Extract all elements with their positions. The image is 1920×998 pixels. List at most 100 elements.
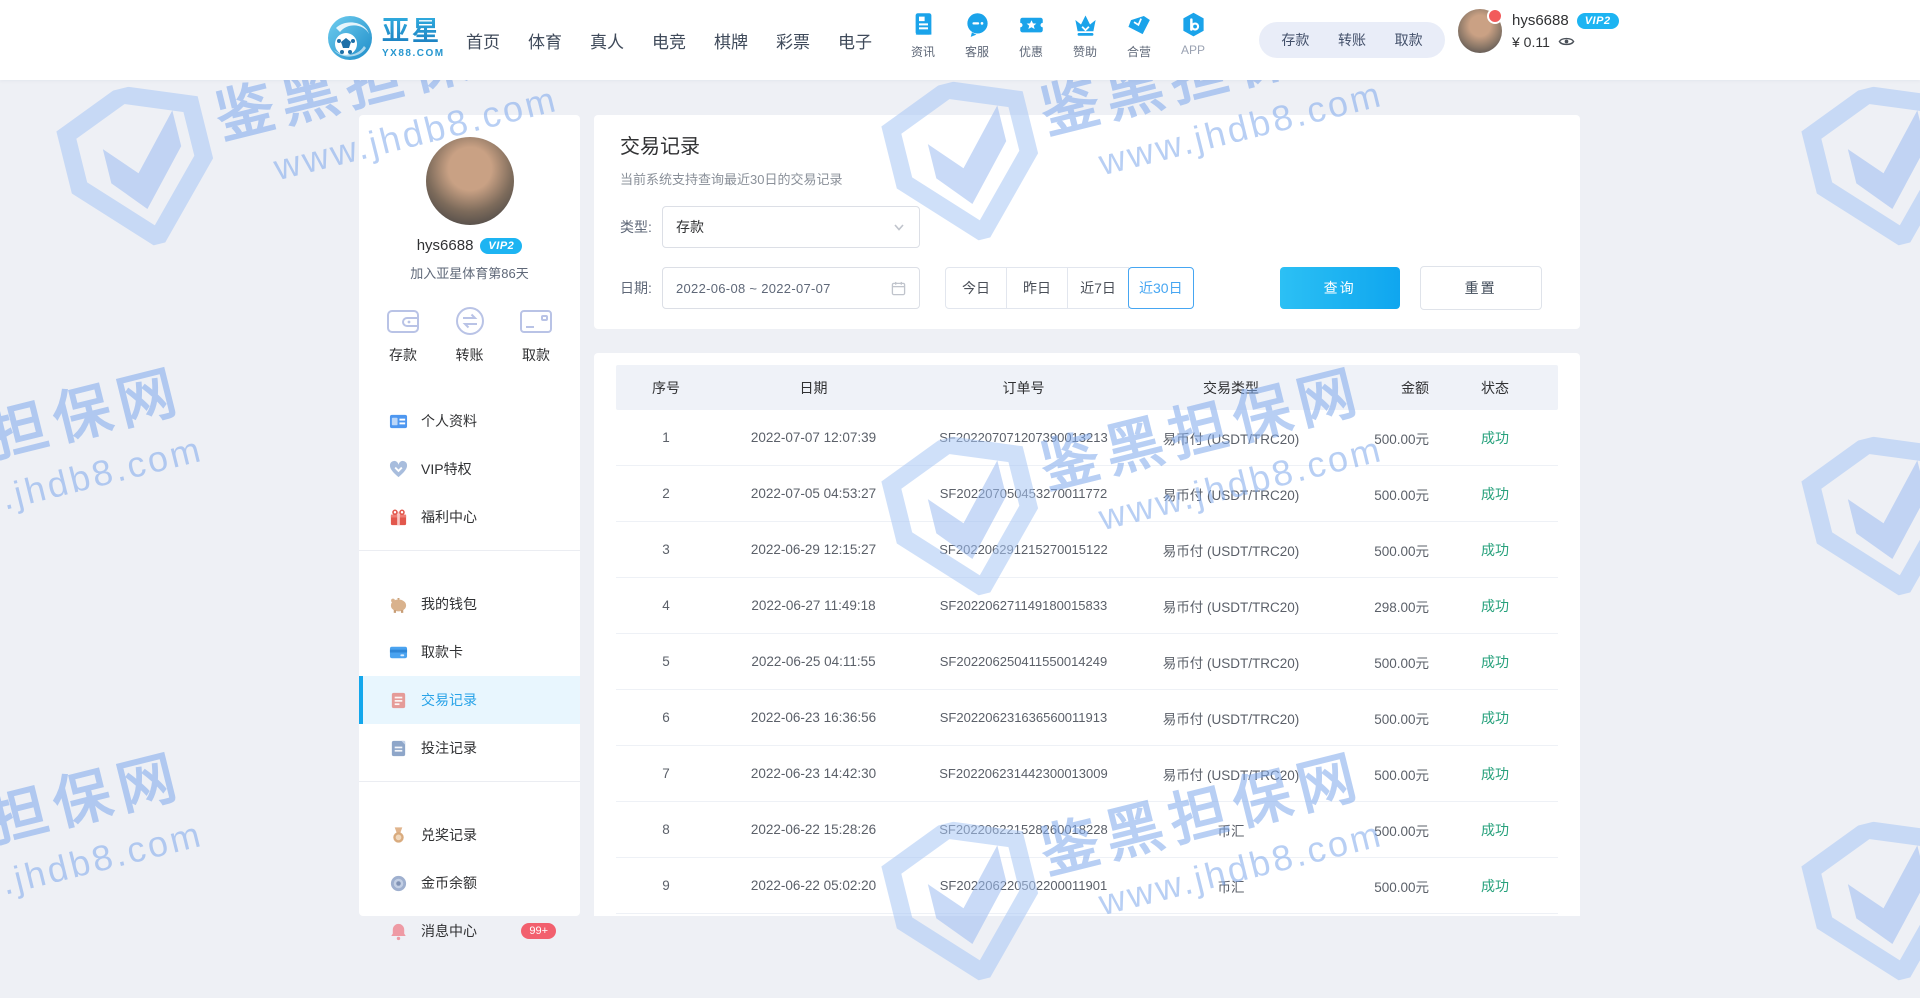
sidebar-item-messages[interactable]: 消息中心 99+ [359,907,580,955]
quick-deposit-button[interactable]: 存款 [385,306,421,365]
quick-withdraw-button[interactable]: 取款 [518,306,554,365]
status-badge: 成功 [1433,820,1557,840]
status-badge: 成功 [1433,652,1557,672]
transfer-link[interactable]: 转账 [1338,30,1366,50]
avatar[interactable] [1458,9,1502,53]
card-icon [389,643,408,662]
sidebar-item-prizes[interactable]: 兑奖记录 [359,811,580,859]
nav-item-esports[interactable]: 电竞 [638,28,700,53]
support-button[interactable]: 客服 [950,11,1004,60]
sidebar-item-coins[interactable]: 金币余额 [359,859,580,907]
sidebar-item-withdraw-card[interactable]: 取款卡 [359,628,580,676]
range-7days-button[interactable]: 近7日 [1067,267,1129,309]
news-button[interactable]: 资讯 [896,11,950,60]
app-download-button[interactable]: APP [1166,11,1220,60]
status-badge: 成功 [1433,708,1557,728]
status-badge: 成功 [1433,876,1557,896]
type-select[interactable]: 存款 [662,206,920,248]
sidebar-item-profile[interactable]: 个人资料 [359,397,580,445]
status-badge: 成功 [1433,540,1557,560]
bet-record-icon [389,739,408,758]
vip-heart-icon [389,460,408,479]
date-range-value: 2022-06-08 ~ 2022-07-07 [676,281,831,296]
table-row: 3 2022-06-29 12:15:27 SF2022062912152700… [616,522,1558,578]
balance-value: ¥ 0.11 [1512,34,1550,50]
watermark: 鉴黑担保网www.jhdb8.com [1788,337,1920,613]
brand-logo[interactable]: 亚星 YX88.COM [326,14,445,62]
date-label: 日期: [620,278,662,298]
divider [359,550,580,551]
bell-icon [389,922,408,941]
status-badge: 成功 [1433,484,1557,504]
table-row: 1 2022-07-07 12:07:39 SF2022070712073900… [616,410,1558,466]
profile-vip-badge: VIP2 [480,238,522,254]
message-count-badge: 99+ [521,923,556,939]
coupon-icon [1018,11,1045,38]
nav-item-sports[interactable]: 体育 [514,28,576,53]
bank-card-icon [518,306,554,336]
id-card-icon [389,412,408,431]
news-icon [910,11,937,38]
join-days-text: 加入亚星体育第86天 [359,263,580,282]
gem-icon [1126,11,1153,38]
user-block: hys6688 VIP2 ¥ 0.11 [1458,9,1619,53]
range-segment: 今日 昨日 近7日 近30日 [945,267,1194,309]
nav-item-live[interactable]: 真人 [576,28,638,53]
transaction-doc-icon [389,691,408,710]
sidebar-item-transactions[interactable]: 交易记录 [359,676,580,724]
divider [359,781,580,782]
table-row: 8 2022-06-22 15:28:26 SF2022062215282600… [616,802,1558,858]
app-icon [1180,11,1207,38]
profile-avatar[interactable] [426,137,514,225]
main-nav: 首页 体育 真人 电竞 棋牌 彩票 电子 [452,0,886,80]
deposit-link[interactable]: 存款 [1281,30,1309,50]
watermark: 鉴黑担保网www.jhdb8.com [1788,722,1920,998]
partner-button[interactable]: 合营 [1112,11,1166,60]
sidebar-item-wallet[interactable]: 我的钱包 [359,580,580,628]
crown-icon [1072,11,1099,38]
nav-item-lottery[interactable]: 彩票 [762,28,824,53]
sidebar-item-bets[interactable]: 投注记录 [359,724,580,772]
eye-icon[interactable] [1558,33,1575,50]
medal-icon [389,826,408,845]
table-row: 2 2022-07-05 04:53:27 SF2022070504532700… [616,466,1558,522]
sidebar-item-vip[interactable]: VIP特权 [359,445,580,493]
nav-item-home[interactable]: 首页 [452,28,514,53]
page-subtitle: 当前系统支持查询最近30日的交易记录 [620,171,1554,189]
range-30days-button[interactable]: 近30日 [1128,267,1194,309]
reset-button[interactable]: 重置 [1420,266,1542,310]
range-yesterday-button[interactable]: 昨日 [1006,267,1068,309]
date-range-input[interactable]: 2022-06-08 ~ 2022-07-07 [662,267,920,309]
support-icon [964,11,991,38]
nav-item-chess[interactable]: 棋牌 [700,28,762,53]
sidebar-quick-actions: 存款 转账 取款 [359,306,580,365]
profile-username: hys6688 [417,237,474,254]
nav-icon-group: 资讯 客服 优惠 赞助 合营 APP [896,11,1220,60]
piggy-bank-icon [389,595,408,614]
table-row: 7 2022-06-23 14:42:30 SF2022062314423000… [616,746,1558,802]
nav-item-slots[interactable]: 电子 [824,28,886,53]
withdraw-link[interactable]: 取款 [1395,30,1423,50]
sponsor-button[interactable]: 赞助 [1058,11,1112,60]
sidebar-item-welfare[interactable]: 福利中心 [359,493,580,541]
username[interactable]: hys6688 [1512,12,1569,29]
brand-title: 亚星 [382,18,445,45]
status-badge: 成功 [1433,596,1557,616]
page-title: 交易记录 [620,133,1554,161]
sidebar-menu: 个人资料 VIP特权 福利中心 我的钱包 取款卡 交易记录 投注记录 [359,397,580,955]
wallet-icon [385,306,421,336]
table-row: 6 2022-06-23 16:36:56 SF2022062316365600… [616,690,1558,746]
type-select-value: 存款 [676,217,704,237]
top-navbar: 亚星 YX88.COM 首页 体育 真人 电竞 棋牌 彩票 电子 资讯 客服 优… [0,0,1920,80]
football-logo-icon [326,14,374,62]
range-today-button[interactable]: 今日 [945,267,1007,309]
quick-transfer-button[interactable]: 转账 [452,306,488,365]
watermark: 鉴黑担保网www.jhdb8.com [0,337,213,613]
watermark: 鉴黑担保网www.jhdb8.com [0,722,213,998]
query-button[interactable]: 查询 [1280,267,1400,309]
status-badge: 成功 [1433,764,1557,784]
transfer-icon [452,306,488,336]
promo-button[interactable]: 优惠 [1004,11,1058,60]
notification-dot [1487,8,1503,24]
vip-badge: VIP2 [1577,13,1619,29]
